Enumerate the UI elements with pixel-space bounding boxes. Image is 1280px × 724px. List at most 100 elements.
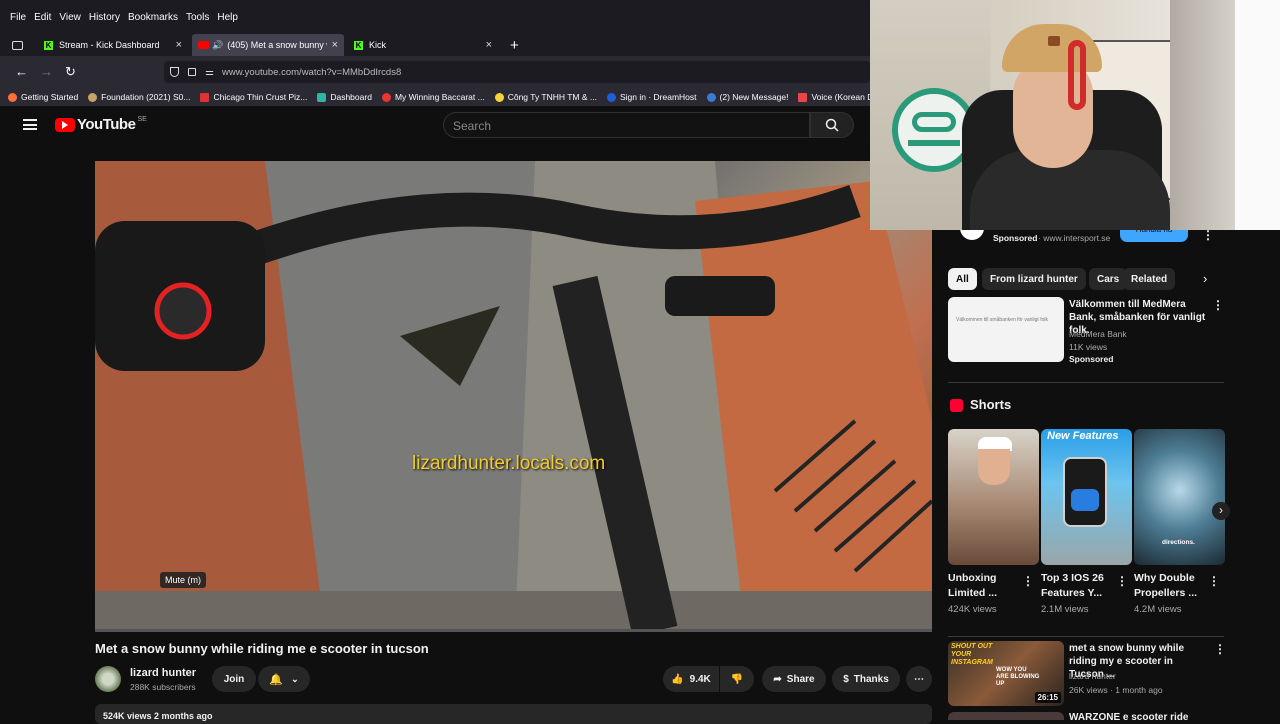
search-button[interactable] (810, 112, 854, 138)
short-overlay-text: directions. (1162, 539, 1195, 546)
description-box[interactable]: 524K views 2 months ago (95, 704, 932, 724)
chip-related[interactable]: Related (1123, 268, 1176, 290)
close-tab-icon[interactable]: × (176, 39, 182, 51)
menu-view[interactable]: View (59, 12, 81, 23)
bookmark-item[interactable]: Công Ty TNHH TM & ... (494, 92, 597, 102)
short-title[interactable]: Top 3 IOS 26 Features Y... (1041, 571, 1113, 601)
more-vertical-icon[interactable]: ⋮ (1022, 574, 1034, 588)
close-tab-icon[interactable]: × (486, 39, 492, 51)
bookmark-item[interactable]: Getting Started (8, 92, 78, 102)
more-vertical-icon[interactable]: ⋮ (1116, 574, 1128, 588)
bookmark-label: Chicago Thin Crust Piz... (213, 92, 308, 102)
speaker-icon: 🔊 (212, 39, 224, 50)
divider (948, 636, 1224, 637)
close-tab-icon[interactable]: × (332, 39, 338, 51)
ad-thumbnail-text: Välkommen till småbanken för vanligt fol… (956, 317, 1048, 323)
menu-file[interactable]: File (10, 12, 26, 23)
bookmark-favicon-icon (606, 92, 616, 102)
search-input[interactable]: Search (443, 112, 810, 138)
bookmark-item[interactable]: (2) New Message! (706, 92, 788, 102)
chevron-right-icon[interactable]: › (1212, 502, 1230, 520)
video-title: Met a snow bunny while riding me e scoot… (95, 641, 429, 656)
share-button[interactable]: ➦ Share (762, 666, 826, 692)
dislike-button[interactable]: 👎 (720, 666, 754, 692)
hamburger-menu-icon[interactable] (23, 119, 37, 130)
search-icon (825, 118, 839, 132)
bookmark-item[interactable]: Dashboard (317, 92, 372, 102)
ad-sponsored-badge: Sponsored (1069, 354, 1114, 364)
youtube-favicon-icon (198, 41, 209, 49)
new-tab-button[interactable]: + (504, 34, 525, 56)
region-code: SE (137, 116, 147, 123)
curtain (1170, 0, 1240, 230)
thumbs-up-icon: 👍 (671, 673, 684, 685)
more-vertical-icon[interactable]: ⋮ (1202, 228, 1214, 242)
short-thumbnail[interactable] (948, 429, 1039, 565)
video-channel[interactable]: lizard hunter (1069, 671, 1116, 681)
thanks-button[interactable]: $ Thanks (832, 666, 900, 692)
video-thumbnail[interactable]: SHOUT OUT YOUR INSTAGRAM WOW YOU ARE BLO… (948, 641, 1064, 706)
video-duration: 26:15 (1034, 692, 1061, 703)
menu-history[interactable]: History (89, 12, 120, 23)
forward-arrow-icon[interactable]: → (40, 64, 53, 79)
video-player[interactable] (95, 161, 932, 632)
short-thumbnail[interactable]: directions. (1134, 429, 1225, 565)
divider (948, 382, 1224, 383)
more-vertical-icon[interactable]: ⋮ (1212, 298, 1224, 312)
menu-bookmarks[interactable]: Bookmarks (128, 12, 178, 23)
ad-thumbnail[interactable]: Välkommen till småbanken för vanligt fol… (948, 297, 1064, 362)
short-thumbnail[interactable]: New Features (1041, 429, 1132, 565)
shield-icon[interactable] (170, 67, 179, 77)
tab-kick-dashboard[interactable]: K Stream - Kick Dashboard × (38, 34, 188, 56)
chip-all[interactable]: All (948, 268, 977, 290)
firefox-icon (8, 92, 17, 102)
url-bar[interactable]: ⚌ www.youtube.com/watch?v=MMbDdIrcds8 (164, 61, 870, 83)
tab-kick[interactable]: K Kick × (348, 34, 498, 56)
tab-label: Kick (369, 40, 387, 50)
bookmark-favicon-icon (381, 92, 391, 102)
bookmark-item[interactable]: Voice (Korean Drama) ... (798, 92, 870, 102)
youtube-header: YouTube SE Search (0, 106, 870, 146)
progress-bar[interactable] (95, 629, 932, 632)
permissions-icon[interactable]: ⚌ (205, 67, 214, 78)
bookmark-item[interactable]: Chicago Thin Crust Piz... (200, 92, 307, 102)
lock-icon[interactable] (188, 68, 196, 76)
video-thumbnail[interactable] (948, 712, 1064, 720)
menu-tools[interactable]: Tools (186, 12, 209, 23)
more-actions-button[interactable]: ⋯ (906, 666, 932, 692)
reload-icon[interactable]: ↻ (65, 64, 76, 80)
menu-help[interactable]: Help (217, 12, 238, 23)
subscribe-notification-button[interactable]: 🔔 ⌄ (258, 666, 310, 692)
channel-avatar[interactable] (95, 666, 121, 692)
more-vertical-icon[interactable]: ⋮ (1208, 574, 1220, 588)
youtube-logo[interactable]: YouTube SE (55, 116, 147, 133)
channel-name[interactable]: lizard hunter (130, 667, 196, 679)
bookmark-item[interactable]: Sign in · DreamHost (606, 92, 697, 102)
bookmark-label: Voice (Korean Drama) ... (811, 92, 870, 102)
short-title[interactable]: Unboxing Limited ... (948, 571, 1018, 601)
mute-tooltip: Mute (m) (160, 572, 206, 588)
menu-edit[interactable]: Edit (34, 12, 51, 23)
ad-advertiser: MedMera Bank (1069, 329, 1127, 339)
tab-label: Stream - Kick Dashboard (59, 40, 160, 50)
shop-now-button[interactable]: Handla nu (1120, 228, 1188, 242)
url-text[interactable]: www.youtube.com/watch?v=MMbDdIrcds8 (222, 67, 401, 78)
tab-overview-button[interactable] (6, 34, 29, 56)
bookmark-label: Sign in · DreamHost (619, 92, 697, 102)
menu-bar: File Edit View History Bookmarks Tools H… (0, 0, 870, 34)
more-vertical-icon[interactable]: ⋮ (1214, 642, 1226, 656)
like-button[interactable]: 👍 9.4K (663, 666, 719, 692)
youtube-wordmark: YouTube (77, 116, 136, 133)
short-title[interactable]: Why Double Propellers ... (1134, 571, 1204, 601)
chip-from-lizard-hunter[interactable]: From lizard hunter (982, 268, 1086, 290)
shorts-heading: Shorts (970, 397, 1012, 412)
back-arrow-icon[interactable]: ← (15, 64, 28, 79)
chevron-right-icon[interactable]: › (1203, 271, 1207, 286)
join-button[interactable]: Join (212, 666, 256, 692)
chip-cars[interactable]: Cars (1089, 268, 1128, 290)
bookmark-item[interactable]: My Winning Baccarat ... (381, 92, 485, 102)
tab-youtube-video[interactable]: 🔊 (405) Met a snow bunny wh × (192, 34, 344, 56)
thumbnail-text: SHOUT OUT YOUR INSTAGRAM (951, 643, 993, 666)
video-title[interactable]: WARZONE e scooter ride (1069, 712, 1188, 723)
bookmark-item[interactable]: Foundation (2021) S0... (88, 92, 190, 102)
